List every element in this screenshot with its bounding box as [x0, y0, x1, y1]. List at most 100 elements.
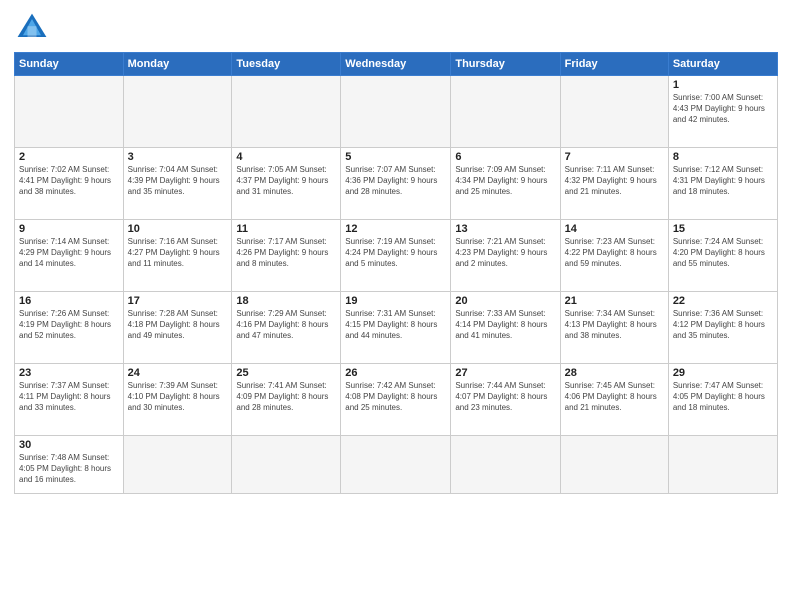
day-number: 1 [673, 79, 773, 91]
weekday-header: Wednesday [341, 53, 451, 76]
calendar-cell: 16Sunrise: 7:26 AM Sunset: 4:19 PM Dayli… [15, 292, 124, 364]
day-number: 27 [455, 367, 555, 379]
calendar-cell [668, 436, 777, 494]
day-info: Sunrise: 7:19 AM Sunset: 4:24 PM Dayligh… [345, 236, 446, 270]
logo [14, 10, 56, 46]
day-number: 28 [565, 367, 664, 379]
day-info: Sunrise: 7:44 AM Sunset: 4:07 PM Dayligh… [455, 380, 555, 414]
day-info: Sunrise: 7:04 AM Sunset: 4:39 PM Dayligh… [128, 164, 228, 198]
day-number: 25 [236, 367, 336, 379]
calendar-week-row: 23Sunrise: 7:37 AM Sunset: 4:11 PM Dayli… [15, 364, 778, 436]
day-info: Sunrise: 7:36 AM Sunset: 4:12 PM Dayligh… [673, 308, 773, 342]
day-number: 20 [455, 295, 555, 307]
day-info: Sunrise: 7:47 AM Sunset: 4:05 PM Dayligh… [673, 380, 773, 414]
day-info: Sunrise: 7:00 AM Sunset: 4:43 PM Dayligh… [673, 92, 773, 126]
calendar-cell: 25Sunrise: 7:41 AM Sunset: 4:09 PM Dayli… [232, 364, 341, 436]
day-number: 10 [128, 223, 228, 235]
calendar-cell: 23Sunrise: 7:37 AM Sunset: 4:11 PM Dayli… [15, 364, 124, 436]
calendar: SundayMondayTuesdayWednesdayThursdayFrid… [14, 52, 778, 494]
day-number: 6 [455, 151, 555, 163]
calendar-cell: 3Sunrise: 7:04 AM Sunset: 4:39 PM Daylig… [123, 148, 232, 220]
day-number: 22 [673, 295, 773, 307]
calendar-cell: 12Sunrise: 7:19 AM Sunset: 4:24 PM Dayli… [341, 220, 451, 292]
calendar-cell: 4Sunrise: 7:05 AM Sunset: 4:37 PM Daylig… [232, 148, 341, 220]
day-info: Sunrise: 7:29 AM Sunset: 4:16 PM Dayligh… [236, 308, 336, 342]
day-number: 15 [673, 223, 773, 235]
day-number: 4 [236, 151, 336, 163]
calendar-header: SundayMondayTuesdayWednesdayThursdayFrid… [15, 53, 778, 76]
calendar-cell [560, 76, 668, 148]
weekday-header: Sunday [15, 53, 124, 76]
day-info: Sunrise: 7:31 AM Sunset: 4:15 PM Dayligh… [345, 308, 446, 342]
calendar-cell [451, 436, 560, 494]
day-info: Sunrise: 7:12 AM Sunset: 4:31 PM Dayligh… [673, 164, 773, 198]
day-number: 17 [128, 295, 228, 307]
day-info: Sunrise: 7:05 AM Sunset: 4:37 PM Dayligh… [236, 164, 336, 198]
calendar-cell: 6Sunrise: 7:09 AM Sunset: 4:34 PM Daylig… [451, 148, 560, 220]
calendar-cell: 26Sunrise: 7:42 AM Sunset: 4:08 PM Dayli… [341, 364, 451, 436]
day-info: Sunrise: 7:11 AM Sunset: 4:32 PM Dayligh… [565, 164, 664, 198]
calendar-week-row: 16Sunrise: 7:26 AM Sunset: 4:19 PM Dayli… [15, 292, 778, 364]
day-info: Sunrise: 7:16 AM Sunset: 4:27 PM Dayligh… [128, 236, 228, 270]
calendar-cell: 9Sunrise: 7:14 AM Sunset: 4:29 PM Daylig… [15, 220, 124, 292]
weekday-header: Saturday [668, 53, 777, 76]
day-info: Sunrise: 7:34 AM Sunset: 4:13 PM Dayligh… [565, 308, 664, 342]
day-info: Sunrise: 7:28 AM Sunset: 4:18 PM Dayligh… [128, 308, 228, 342]
day-number: 24 [128, 367, 228, 379]
header [14, 10, 778, 46]
day-info: Sunrise: 7:26 AM Sunset: 4:19 PM Dayligh… [19, 308, 119, 342]
calendar-week-row: 9Sunrise: 7:14 AM Sunset: 4:29 PM Daylig… [15, 220, 778, 292]
calendar-cell: 11Sunrise: 7:17 AM Sunset: 4:26 PM Dayli… [232, 220, 341, 292]
day-number: 18 [236, 295, 336, 307]
day-info: Sunrise: 7:02 AM Sunset: 4:41 PM Dayligh… [19, 164, 119, 198]
day-info: Sunrise: 7:48 AM Sunset: 4:05 PM Dayligh… [19, 452, 119, 486]
calendar-cell [560, 436, 668, 494]
day-number: 29 [673, 367, 773, 379]
calendar-cell: 24Sunrise: 7:39 AM Sunset: 4:10 PM Dayli… [123, 364, 232, 436]
calendar-cell: 15Sunrise: 7:24 AM Sunset: 4:20 PM Dayli… [668, 220, 777, 292]
calendar-cell: 2Sunrise: 7:02 AM Sunset: 4:41 PM Daylig… [15, 148, 124, 220]
calendar-cell: 7Sunrise: 7:11 AM Sunset: 4:32 PM Daylig… [560, 148, 668, 220]
day-number: 9 [19, 223, 119, 235]
day-number: 5 [345, 151, 446, 163]
day-info: Sunrise: 7:37 AM Sunset: 4:11 PM Dayligh… [19, 380, 119, 414]
calendar-cell: 13Sunrise: 7:21 AM Sunset: 4:23 PM Dayli… [451, 220, 560, 292]
day-info: Sunrise: 7:23 AM Sunset: 4:22 PM Dayligh… [565, 236, 664, 270]
calendar-week-row: 1Sunrise: 7:00 AM Sunset: 4:43 PM Daylig… [15, 76, 778, 148]
calendar-cell [123, 436, 232, 494]
calendar-week-row: 2Sunrise: 7:02 AM Sunset: 4:41 PM Daylig… [15, 148, 778, 220]
day-number: 3 [128, 151, 228, 163]
day-number: 12 [345, 223, 446, 235]
day-number: 11 [236, 223, 336, 235]
day-number: 21 [565, 295, 664, 307]
calendar-cell [232, 436, 341, 494]
weekday-header: Friday [560, 53, 668, 76]
calendar-cell [341, 76, 451, 148]
day-info: Sunrise: 7:42 AM Sunset: 4:08 PM Dayligh… [345, 380, 446, 414]
weekday-row: SundayMondayTuesdayWednesdayThursdayFrid… [15, 53, 778, 76]
day-info: Sunrise: 7:33 AM Sunset: 4:14 PM Dayligh… [455, 308, 555, 342]
day-number: 8 [673, 151, 773, 163]
day-info: Sunrise: 7:24 AM Sunset: 4:20 PM Dayligh… [673, 236, 773, 270]
day-number: 2 [19, 151, 119, 163]
weekday-header: Monday [123, 53, 232, 76]
calendar-cell: 8Sunrise: 7:12 AM Sunset: 4:31 PM Daylig… [668, 148, 777, 220]
day-number: 19 [345, 295, 446, 307]
calendar-cell: 14Sunrise: 7:23 AM Sunset: 4:22 PM Dayli… [560, 220, 668, 292]
page: SundayMondayTuesdayWednesdayThursdayFrid… [0, 0, 792, 612]
day-info: Sunrise: 7:39 AM Sunset: 4:10 PM Dayligh… [128, 380, 228, 414]
calendar-cell: 20Sunrise: 7:33 AM Sunset: 4:14 PM Dayli… [451, 292, 560, 364]
calendar-cell: 27Sunrise: 7:44 AM Sunset: 4:07 PM Dayli… [451, 364, 560, 436]
day-info: Sunrise: 7:17 AM Sunset: 4:26 PM Dayligh… [236, 236, 336, 270]
calendar-body: 1Sunrise: 7:00 AM Sunset: 4:43 PM Daylig… [15, 76, 778, 494]
calendar-cell: 17Sunrise: 7:28 AM Sunset: 4:18 PM Dayli… [123, 292, 232, 364]
day-number: 16 [19, 295, 119, 307]
calendar-cell: 30Sunrise: 7:48 AM Sunset: 4:05 PM Dayli… [15, 436, 124, 494]
calendar-cell: 19Sunrise: 7:31 AM Sunset: 4:15 PM Dayli… [341, 292, 451, 364]
calendar-cell: 28Sunrise: 7:45 AM Sunset: 4:06 PM Dayli… [560, 364, 668, 436]
day-info: Sunrise: 7:07 AM Sunset: 4:36 PM Dayligh… [345, 164, 446, 198]
day-number: 14 [565, 223, 664, 235]
day-info: Sunrise: 7:45 AM Sunset: 4:06 PM Dayligh… [565, 380, 664, 414]
day-number: 13 [455, 223, 555, 235]
calendar-cell: 29Sunrise: 7:47 AM Sunset: 4:05 PM Dayli… [668, 364, 777, 436]
